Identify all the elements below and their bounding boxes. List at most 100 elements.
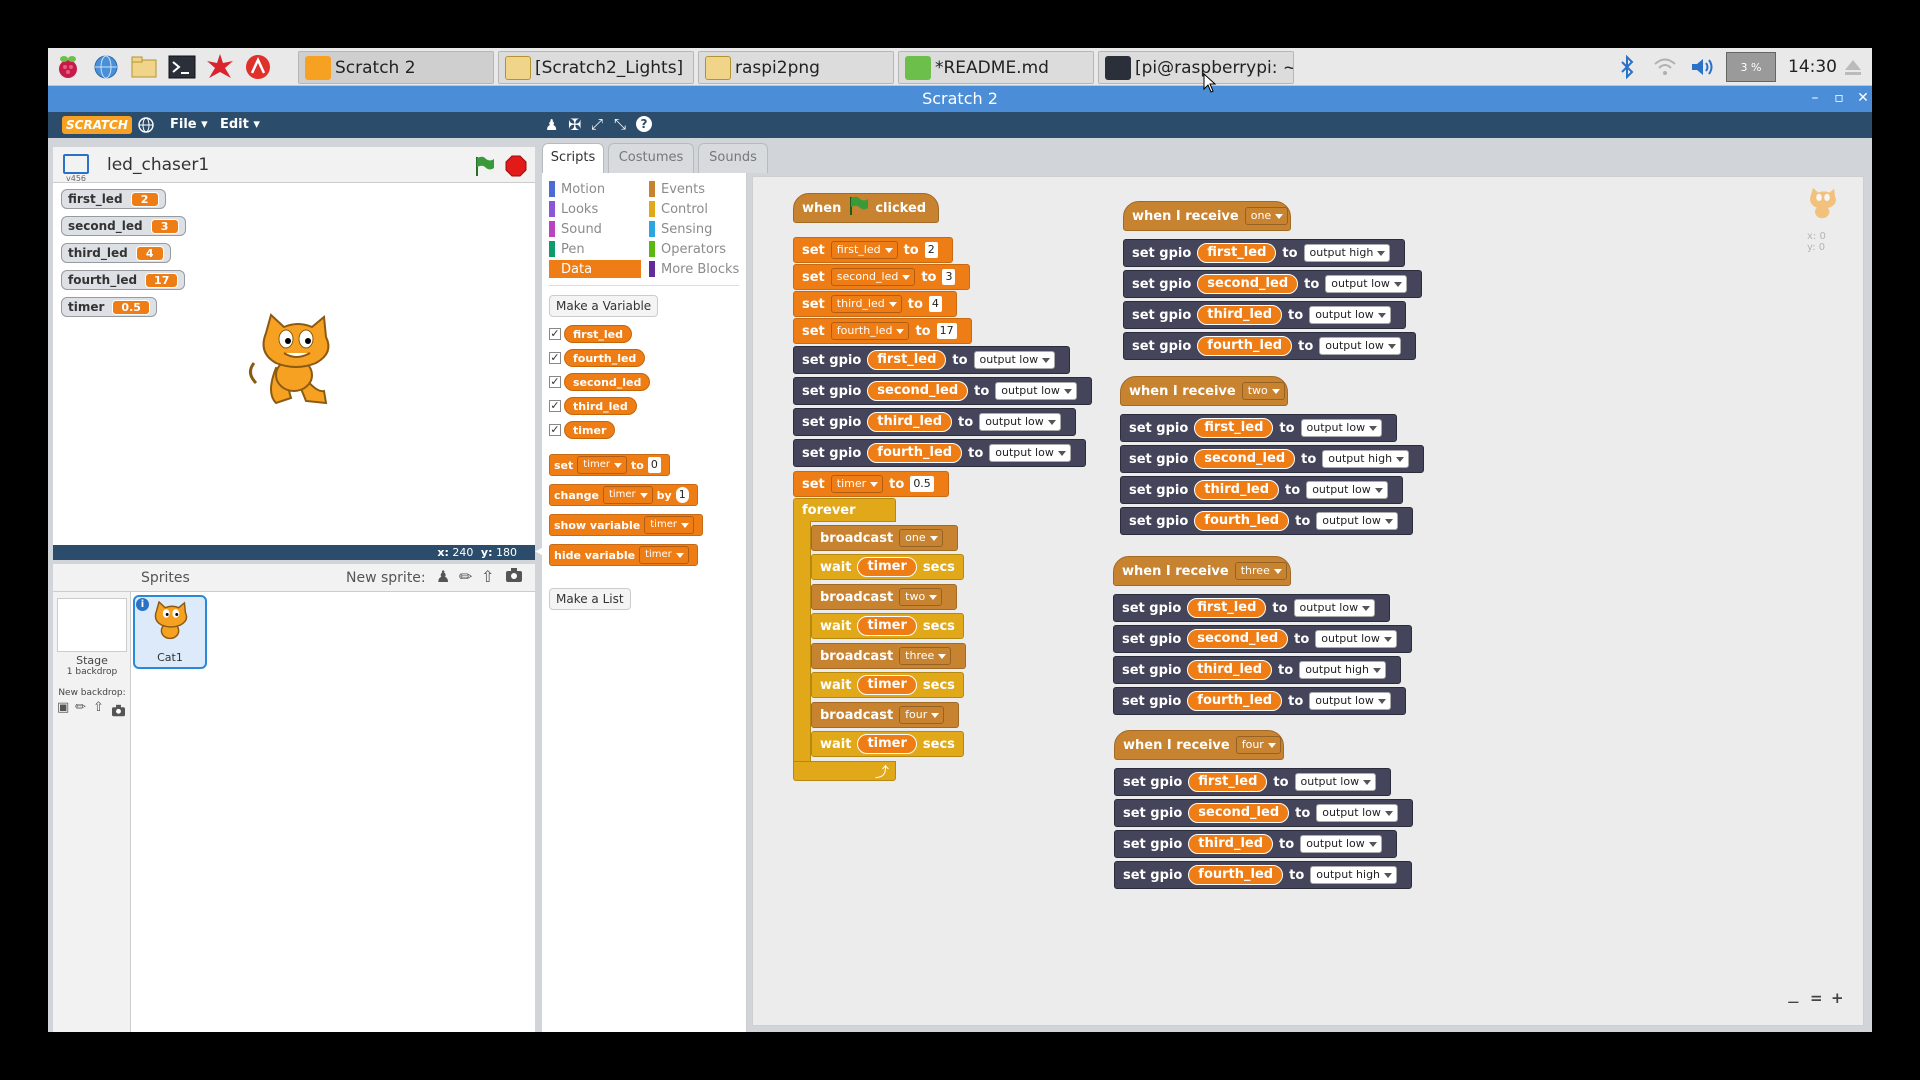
set-gpio-block[interactable]: set gpio third_led to output low (1123, 301, 1406, 329)
variable-reporter[interactable]: third_led (867, 412, 953, 432)
value-input[interactable]: 0.5 (910, 476, 934, 492)
gpio-mode-dropdown[interactable]: output low (1309, 692, 1391, 710)
stage-collapse-handle[interactable]: ◀ (535, 546, 543, 560)
variable-reporter[interactable]: third_led (1197, 305, 1283, 325)
gpio-mode-dropdown[interactable]: output high (1310, 866, 1398, 884)
variable-reporter[interactable]: fourth_led (867, 443, 963, 463)
value-input[interactable]: 4 (928, 296, 942, 312)
stage-canvas[interactable]: first_led 2 second_led 3 third_led 4 fourth… (53, 183, 535, 545)
variable-reporter[interactable]: first_led (1194, 418, 1274, 438)
zoom-out-icon[interactable]: ⚊ (1787, 991, 1800, 1007)
variable-dropdown[interactable]: timer (830, 475, 884, 493)
palette-hide-variable-block[interactable]: hide variable timer (549, 544, 698, 566)
variable-dropdown[interactable]: third_led (830, 295, 902, 313)
variable-reporter[interactable]: second_led (867, 381, 969, 401)
project-title[interactable]: led_chaser1 (107, 155, 209, 175)
message-dropdown[interactable]: three (899, 647, 952, 665)
value-input[interactable]: 3 (942, 269, 956, 285)
presentation-mode-icon[interactable] (63, 154, 89, 174)
variable-reporter[interactable]: first_led (1188, 772, 1268, 792)
web-browser-icon[interactable] (90, 52, 122, 82)
monitor-third-led[interactable]: third_led 4 (61, 243, 171, 263)
when-i-receive-one-hat[interactable]: when I receive one (1123, 201, 1291, 231)
variable-reporter[interactable]: timer (857, 557, 917, 577)
category-motion[interactable]: Motion (549, 180, 605, 198)
message-dropdown[interactable]: one (899, 529, 943, 547)
gpio-mode-dropdown[interactable]: output low (1315, 630, 1397, 648)
value-input[interactable]: 2 (924, 242, 938, 258)
when-i-receive-three-hat[interactable]: when I receive three (1113, 556, 1291, 586)
math-kernel-icon[interactable] (204, 52, 236, 82)
zoom-in-icon[interactable]: + (1831, 989, 1844, 1007)
variable-reporter[interactable]: first_led (867, 350, 947, 370)
variable-reporter-timer[interactable]: timer (564, 421, 616, 439)
checkbox-third-led[interactable]: ✓ (549, 400, 561, 412)
upload-sprite-icon[interactable]: ⇧ (481, 567, 494, 586)
shrink-tool-icon[interactable]: ⤡ (614, 115, 626, 133)
edit-menu[interactable]: Edit ▾ (220, 117, 260, 132)
tab-costumes[interactable]: Costumes (608, 143, 694, 173)
set-second-led-block[interactable]: set second_led to 3 (793, 264, 971, 290)
green-flag-icon[interactable] (473, 155, 495, 181)
scripts-area[interactable]: when clicked set first_led to 2 set second_l… (752, 176, 1864, 1026)
gpio-mode-dropdown[interactable]: output high (1299, 661, 1386, 679)
sprite-library-icon[interactable]: ♟ (436, 567, 450, 586)
when-i-receive-four-hat[interactable]: when I receive four (1114, 730, 1284, 760)
zoom-reset-icon[interactable]: = (1810, 989, 1823, 1007)
category-events[interactable]: Events (649, 180, 705, 198)
checkbox-fourth-led[interactable]: ✓ (549, 352, 561, 364)
wait-timer-block[interactable]: wait timer secs (811, 672, 964, 698)
cpu-monitor[interactable]: 3 % (1726, 52, 1776, 82)
clock[interactable]: 14:30 (1788, 57, 1837, 77)
variable-reporter[interactable]: third_led (1194, 480, 1280, 500)
set-gpio-block[interactable]: set gpio third_led to output low (1114, 830, 1397, 858)
wolfram-icon[interactable] (242, 52, 274, 82)
grow-tool-icon[interactable]: ⤢ (591, 115, 603, 133)
variable-reporter[interactable]: second_led (1194, 449, 1296, 469)
category-control[interactable]: Control (649, 200, 708, 218)
monitor-first-led[interactable]: first_led 2 (61, 189, 166, 209)
palette-show-variable-block[interactable]: show variable timer (549, 514, 703, 536)
gpio-mode-dropdown[interactable]: output low (1309, 306, 1391, 324)
help-tool-icon[interactable]: ? (636, 116, 652, 132)
broadcast-four-block[interactable]: broadcast four (811, 702, 960, 728)
broadcast-three-block[interactable]: broadcast three (811, 643, 967, 669)
duplicate-tool-icon[interactable]: ♟ (545, 116, 558, 134)
category-data[interactable]: Data (549, 260, 641, 278)
when-i-receive-two-hat[interactable]: when I receive two (1120, 376, 1288, 406)
upload-backdrop-icon[interactable]: ⇧ (93, 700, 104, 715)
taskbar-window-terminal[interactable]: [pi@raspberrypi: ~/ra... (1098, 51, 1294, 84)
gpio-mode-dropdown[interactable]: output low (1300, 419, 1383, 437)
variable-dropdown[interactable]: timer (644, 516, 694, 534)
variable-dropdown[interactable]: timer (602, 486, 653, 504)
paint-backdrop-icon[interactable]: ✏ (75, 700, 86, 715)
variable-reporter[interactable]: second_led (1197, 274, 1299, 294)
wifi-icon[interactable] (1650, 52, 1680, 82)
make-variable-button[interactable]: Make a Variable (549, 295, 659, 317)
file-manager-icon[interactable] (128, 52, 160, 82)
monitor-timer[interactable]: timer 0.5 (61, 297, 157, 317)
set-gpio-block[interactable]: set gpio fourth_led to output high (1114, 861, 1413, 889)
stage-thumbnail[interactable] (57, 598, 127, 652)
message-dropdown[interactable]: one (1244, 207, 1289, 225)
gpio-mode-dropdown[interactable]: output high (1322, 450, 1410, 468)
when-flag-clicked-hat[interactable]: when clicked (793, 193, 939, 223)
gpio-mode-dropdown[interactable]: output low (979, 413, 1061, 431)
stop-sign-icon[interactable] (505, 155, 527, 181)
set-gpio-fourth-led-block[interactable]: set gpio fourth_led to output low (793, 439, 1086, 467)
gpio-mode-dropdown[interactable]: output low (1294, 773, 1377, 791)
set-gpio-first-led-block[interactable]: set gpio first_led to output low (793, 346, 1071, 374)
close-icon[interactable]: ✕ (1854, 89, 1872, 107)
variable-reporter[interactable]: third_led (1188, 834, 1274, 854)
set-gpio-block[interactable]: set gpio fourth_led to output low (1113, 687, 1406, 715)
tab-sounds[interactable]: Sounds (698, 143, 768, 173)
checkbox-timer[interactable]: ✓ (549, 424, 561, 436)
cat-sprite[interactable] (246, 313, 346, 417)
set-gpio-block[interactable]: set gpio second_led to output low (1114, 799, 1413, 827)
set-gpio-block[interactable]: set gpio third_led to output low (1120, 476, 1403, 504)
forever-block[interactable]: forever (793, 498, 896, 522)
message-dropdown[interactable]: four (1235, 736, 1281, 754)
paint-sprite-icon[interactable]: ✏ (459, 567, 472, 586)
variable-reporter[interactable]: timer (857, 734, 917, 754)
set-gpio-third-led-block[interactable]: set gpio third_led to output low (793, 408, 1076, 436)
